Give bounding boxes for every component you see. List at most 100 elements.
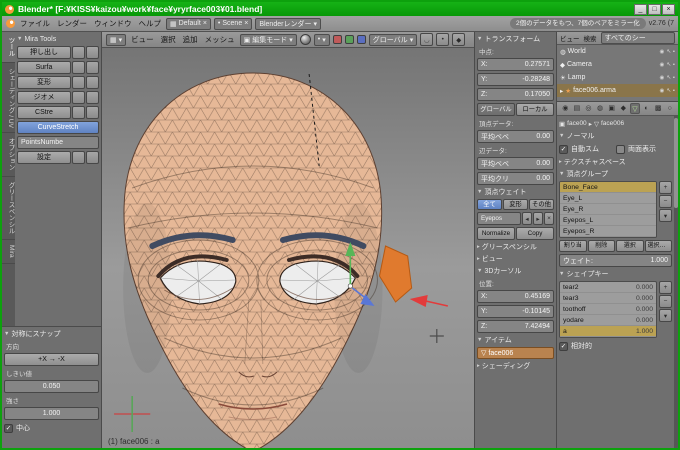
local-button[interactable]: ローカル bbox=[516, 103, 554, 116]
cursor-y-field[interactable]: Y: -0.10145 bbox=[477, 305, 554, 318]
editor-type-select[interactable]: ▦ ▾ bbox=[106, 33, 127, 46]
snap-panel-header[interactable]: ▼ 対称にスナップ bbox=[4, 329, 99, 339]
props-tab-data[interactable]: ▽ bbox=[629, 103, 641, 114]
expand-icon[interactable]: ▸ bbox=[560, 87, 563, 95]
mira-deform-option-icon[interactable] bbox=[72, 76, 85, 89]
outliner-item-armature[interactable]: ▸ ★ face006.arma ◉ ↖ ▪ bbox=[557, 84, 678, 97]
direction-select[interactable]: +X → -X bbox=[4, 353, 99, 366]
auto-smooth-row[interactable]: ✓ 自動スム bbox=[559, 143, 615, 155]
props-tab-physics[interactable]: ○ bbox=[664, 103, 675, 114]
tab-tools[interactable]: ツール bbox=[2, 32, 15, 63]
strength-field[interactable]: 1.000 bbox=[4, 407, 99, 420]
mira-extrude-option-icon[interactable] bbox=[72, 46, 85, 59]
weights-tab-deform[interactable]: 変形 bbox=[503, 199, 528, 210]
add-menu[interactable]: 追加 bbox=[181, 34, 200, 45]
remove-shapekey-icon[interactable]: − bbox=[659, 295, 672, 308]
shapekey-row[interactable]: tear3 0.000 bbox=[560, 293, 656, 304]
outliner-filter-select[interactable]: すべてのシー bbox=[600, 32, 675, 44]
props-tab-object[interactable]: ▣ bbox=[606, 103, 617, 114]
viewport-canvas[interactable]: (1) face006 : a bbox=[102, 48, 474, 448]
global-button[interactable]: グローバル bbox=[477, 103, 515, 116]
menu-help[interactable]: ヘルプ bbox=[137, 18, 164, 29]
shapekey-row[interactable]: toothoff 0.000 bbox=[560, 304, 656, 315]
viewport-shading-icon[interactable] bbox=[299, 34, 311, 45]
median-z-field[interactable]: Z: 0.17050 bbox=[477, 88, 554, 101]
mira-cstretch-option-icon[interactable] bbox=[72, 106, 85, 119]
texture-space-panel-header[interactable]: ▸ テクスチャスペース bbox=[559, 157, 672, 167]
curve-stretch-button[interactable]: CurveStretch bbox=[17, 121, 99, 134]
double-sided-row[interactable]: 両面表示 bbox=[616, 143, 672, 155]
weights-tab-all[interactable]: 全て bbox=[477, 199, 502, 210]
props-tab-render[interactable]: ◉ bbox=[560, 103, 571, 114]
item-panel-header[interactable]: ▼ アイテム bbox=[477, 335, 554, 345]
mira-cstretch-option2-icon[interactable] bbox=[86, 106, 99, 119]
group-specials-icon[interactable]: ▾ bbox=[659, 209, 672, 222]
visibility-eye-icon[interactable]: ◉ bbox=[660, 88, 665, 94]
mira-surface-option2-icon[interactable] bbox=[86, 61, 99, 74]
item-name-field[interactable]: ▽ face006 bbox=[477, 347, 554, 359]
visibility-eye-icon[interactable]: ◉ bbox=[660, 62, 665, 68]
mira-extrude-option2-icon[interactable] bbox=[86, 46, 99, 59]
view-panel-header[interactable]: ▸ ビュー bbox=[477, 254, 554, 264]
properties-scrollbar[interactable] bbox=[674, 116, 678, 448]
copy-button[interactable]: Copy bbox=[516, 227, 554, 240]
vertex-weights-panel-header[interactable]: ▼ 頂点ウェイト bbox=[477, 187, 554, 197]
close-button[interactable]: × bbox=[662, 3, 675, 15]
menu-window[interactable]: ウィンドウ bbox=[92, 18, 134, 29]
mira-cstretch-button[interactable]: CStre bbox=[17, 106, 71, 119]
blender-menu-icon[interactable] bbox=[6, 19, 15, 28]
renderable-icon[interactable]: ▪ bbox=[673, 75, 675, 81]
vgroup-row[interactable]: Eyepos_L bbox=[560, 215, 656, 226]
shape-keys-panel-header[interactable]: ▼ シェイプキー bbox=[559, 269, 672, 279]
tab-mira[interactable]: Mira bbox=[2, 240, 15, 264]
add-group-icon[interactable]: + bbox=[659, 181, 672, 194]
shading-panel-header[interactable]: ▸ シェーディング bbox=[477, 361, 554, 371]
breadcrumb-data[interactable]: face006 bbox=[601, 120, 624, 127]
manipulator-z-icon[interactable] bbox=[356, 35, 366, 44]
remove-group-icon[interactable]: − bbox=[659, 195, 672, 208]
renderable-icon[interactable]: ▪ bbox=[673, 88, 675, 94]
menu-file[interactable]: ファイル bbox=[18, 18, 52, 29]
select-button[interactable]: 選択 bbox=[616, 240, 644, 252]
cursor-panel-header[interactable]: ▼ 3Dカーソル bbox=[477, 266, 554, 276]
renderable-icon[interactable]: ▪ bbox=[673, 49, 675, 55]
mira-surface-button[interactable]: Surfa bbox=[17, 61, 71, 74]
scene-select[interactable]: • Scene × bbox=[213, 17, 253, 30]
mode-select[interactable]: ▣ 編集モード ▾ bbox=[239, 33, 297, 46]
auto-smooth-checkbox[interactable]: ✓ bbox=[559, 144, 568, 154]
shapekey-specials-icon[interactable]: ▾ bbox=[659, 309, 672, 322]
red-axis-arrow[interactable] bbox=[409, 295, 449, 307]
outliner-item-lamp[interactable]: ☀ Lamp ◉ ↖ ▪ bbox=[557, 71, 678, 84]
selectable-icon[interactable]: ↖ bbox=[666, 62, 671, 68]
vertex-bevel-field[interactable]: 平均ベベ 0.00 bbox=[477, 130, 554, 143]
manipulator-x-icon[interactable] bbox=[332, 35, 342, 44]
vertex-groups-panel-header[interactable]: ▼ 頂点グループ bbox=[559, 169, 672, 179]
transform-panel-header[interactable]: ▼ トランスフォーム bbox=[477, 34, 554, 44]
double-sided-checkbox[interactable] bbox=[616, 144, 625, 154]
outliner-item-world[interactable]: ◍ World ◉ ↖ ▪ bbox=[557, 45, 678, 58]
points-number-field[interactable]: PointsNumbe bbox=[17, 136, 99, 149]
selected-faces[interactable] bbox=[378, 245, 413, 303]
mira-settings-option-icon[interactable] bbox=[72, 151, 85, 164]
props-tab-material[interactable]: ◐ bbox=[641, 103, 652, 114]
deselect-button[interactable]: 選択解除 bbox=[644, 240, 672, 252]
shapekey-row[interactable]: a 1.000 bbox=[560, 326, 656, 337]
mira-settings-option2-icon[interactable] bbox=[86, 151, 99, 164]
remove-group-icon[interactable]: × bbox=[544, 212, 554, 225]
cursor-z-field[interactable]: Z: 7.42494 bbox=[477, 320, 554, 333]
median-x-field[interactable]: X: 0.27571 bbox=[477, 58, 554, 71]
assign-button[interactable]: 割り当 bbox=[559, 240, 587, 252]
tab-options[interactable]: オプション bbox=[2, 133, 15, 177]
props-tab-world[interactable]: ◍ bbox=[595, 103, 606, 114]
relative-checkbox-row[interactable]: ✓ 相対的 bbox=[559, 340, 672, 352]
renderable-icon[interactable]: ▪ bbox=[673, 62, 675, 68]
breadcrumb-object[interactable]: face00 bbox=[567, 120, 587, 127]
prev-group-icon[interactable]: ◂ bbox=[522, 212, 532, 225]
edge-crease-field[interactable]: 平均クリ 0.00 bbox=[477, 172, 554, 185]
mira-settings-button[interactable]: 設定 bbox=[17, 151, 71, 164]
mira-deform-button[interactable]: 変形 bbox=[17, 76, 71, 89]
visibility-eye-icon[interactable]: ◉ bbox=[660, 49, 665, 55]
mira-extrude-button[interactable]: 押し出し bbox=[17, 46, 71, 59]
minimize-button[interactable]: _ bbox=[634, 3, 647, 15]
shapekey-row[interactable]: yodare 0.000 bbox=[560, 315, 656, 326]
